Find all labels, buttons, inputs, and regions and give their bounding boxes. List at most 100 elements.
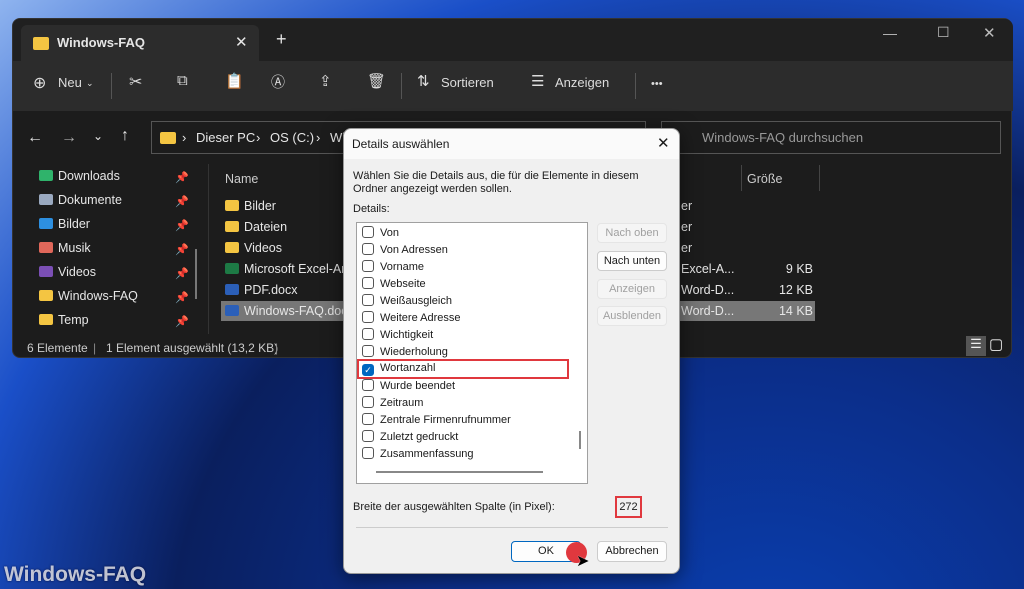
- detail-item[interactable]: Von Adressen: [362, 243, 448, 256]
- new-tab-button[interactable]: +: [276, 29, 287, 50]
- checkbox[interactable]: [362, 345, 374, 357]
- pin-icon[interactable]: 📌: [175, 291, 189, 304]
- checkbox[interactable]: [362, 447, 374, 459]
- divider: [356, 527, 668, 528]
- maximize-button[interactable]: ☐: [937, 24, 950, 41]
- sidebar-item[interactable]: Downloads: [39, 169, 120, 183]
- checkbox[interactable]: [362, 260, 374, 272]
- pin-icon[interactable]: 📌: [175, 195, 189, 208]
- cancel-button[interactable]: Abbrechen: [597, 541, 667, 562]
- view-button[interactable]: Anzeigen: [555, 75, 609, 90]
- pin-icon[interactable]: 📌: [175, 315, 189, 328]
- sidebar-item[interactable]: Dokumente: [39, 193, 122, 207]
- close-dialog-button[interactable]: ✕: [657, 134, 670, 152]
- detail-item[interactable]: Zuletzt gedruckt: [362, 430, 458, 443]
- file-row[interactable]: Bilder: [225, 199, 276, 213]
- detail-item-label: Von: [380, 227, 399, 239]
- breadcrumb[interactable]: Dieser PC: [196, 130, 255, 145]
- detail-item-label: Zuletzt gedruckt: [380, 431, 459, 443]
- sidebar-item[interactable]: Bilder: [39, 217, 90, 231]
- checkbox[interactable]: [362, 294, 374, 306]
- sidebar-item[interactable]: Videos: [39, 265, 96, 279]
- checkbox[interactable]: [362, 328, 374, 340]
- tiles-view-button[interactable]: ▢: [989, 335, 1003, 353]
- sidebar-item-label: Videos: [58, 265, 96, 279]
- pin-icon[interactable]: 📌: [175, 171, 189, 184]
- tab-windows-faq[interactable]: Windows-FAQ ✕: [21, 25, 259, 61]
- share-icon[interactable]: ⇪: [319, 72, 332, 90]
- sidebar-item[interactable]: Windows-FAQ: [39, 289, 138, 303]
- detail-item[interactable]: Wiederholung: [362, 345, 448, 358]
- detail-item[interactable]: Wichtigkeit: [362, 328, 433, 341]
- checkbox[interactable]: [362, 277, 374, 289]
- detail-item[interactable]: Weißausgleich: [362, 294, 452, 307]
- forward-button[interactable]: →: [61, 129, 77, 147]
- back-button[interactable]: ←: [27, 129, 43, 147]
- view-icon: ☰: [531, 73, 545, 90]
- new-button[interactable]: Neu: [58, 75, 82, 90]
- detail-item-label: Weitere Adresse: [380, 312, 461, 324]
- paste-icon[interactable]: 📋: [225, 72, 244, 90]
- more-button[interactable]: •••: [651, 78, 663, 90]
- detail-item-label: Wichtigkeit: [380, 329, 434, 341]
- music-icon: [39, 242, 53, 253]
- vertical-scrollbar[interactable]: [579, 431, 581, 449]
- checkbox[interactable]: [362, 396, 374, 408]
- column-header-name[interactable]: Name: [225, 172, 258, 186]
- minimize-button[interactable]: —: [883, 25, 897, 41]
- checkbox[interactable]: [362, 379, 374, 391]
- checkbox[interactable]: [362, 413, 374, 425]
- checkbox[interactable]: [362, 311, 374, 323]
- cut-icon[interactable]: ✂: [129, 72, 142, 92]
- move-down-button[interactable]: Nach unten: [597, 251, 667, 271]
- up-button[interactable]: ↑: [121, 127, 129, 145]
- pin-icon[interactable]: 📌: [175, 219, 189, 232]
- details-view-button[interactable]: ☰: [966, 336, 986, 356]
- detail-item-label: Weißausgleich: [380, 295, 452, 307]
- file-row[interactable]: Videos: [225, 241, 282, 255]
- detail-item[interactable]: Webseite: [362, 277, 426, 290]
- checkbox[interactable]: [362, 243, 374, 255]
- detail-item[interactable]: Zusammenfassung: [362, 447, 474, 460]
- column-width-input[interactable]: 272: [615, 496, 642, 518]
- show-button[interactable]: Anzeigen: [597, 279, 667, 299]
- breadcrumb[interactable]: OS (C:): [270, 130, 314, 145]
- pin-icon[interactable]: 📌: [175, 243, 189, 256]
- recent-chevron-icon[interactable]: ⌄: [93, 129, 103, 143]
- checkbox[interactable]: [362, 430, 374, 442]
- detail-item-label: Wiederholung: [380, 346, 448, 358]
- search-input[interactable]: Windows-FAQ durchsuchen: [661, 121, 1001, 154]
- file-name: Microsoft Excel-Ar: [244, 262, 346, 276]
- rename-icon[interactable]: Ⓐ: [271, 72, 285, 92]
- delete-icon[interactable]: 🗑: [367, 72, 386, 90]
- file-row[interactable]: Dateien: [225, 220, 287, 234]
- close-window-button[interactable]: ✕: [983, 24, 996, 42]
- detail-item[interactable]: Wurde beendet: [362, 379, 455, 392]
- horizontal-scrollbar[interactable]: [376, 471, 543, 473]
- column-header-size[interactable]: Größe: [747, 172, 782, 186]
- folder-icon: [33, 37, 49, 50]
- file-name: PDF.docx: [244, 283, 298, 297]
- file-type: er: [681, 241, 693, 255]
- checkbox[interactable]: [362, 226, 374, 238]
- sidebar-item[interactable]: Musik: [39, 241, 91, 255]
- close-tab-icon[interactable]: ✕: [235, 33, 248, 51]
- hide-button[interactable]: Ausblenden: [597, 306, 667, 326]
- detail-item[interactable]: Von: [362, 226, 399, 239]
- details-list[interactable]: Von Von Adressen Vorname Webseite Weißausgle…: [356, 222, 588, 484]
- sidebar-item[interactable]: Temp: [39, 313, 89, 327]
- sidebar-scrollbar[interactable]: [195, 249, 197, 299]
- detail-item[interactable]: Weitere Adresse: [362, 311, 461, 324]
- word-icon: [225, 284, 239, 295]
- detail-item[interactable]: Vorname: [362, 260, 424, 273]
- detail-item[interactable]: Zeitraum: [362, 396, 423, 409]
- detail-item[interactable]: Zentrale Firmenrufnummer: [362, 413, 511, 426]
- tab-title: Windows-FAQ: [57, 35, 145, 50]
- pin-icon[interactable]: 📌: [175, 267, 189, 280]
- file-row[interactable]: Windows-FAQ.doc: [225, 304, 348, 318]
- sort-button[interactable]: Sortieren: [441, 75, 494, 90]
- file-row[interactable]: Microsoft Excel-Ar: [225, 262, 345, 276]
- copy-icon[interactable]: ⧉: [177, 72, 188, 89]
- move-up-button[interactable]: Nach oben: [597, 223, 667, 243]
- file-row[interactable]: PDF.docx: [225, 283, 298, 297]
